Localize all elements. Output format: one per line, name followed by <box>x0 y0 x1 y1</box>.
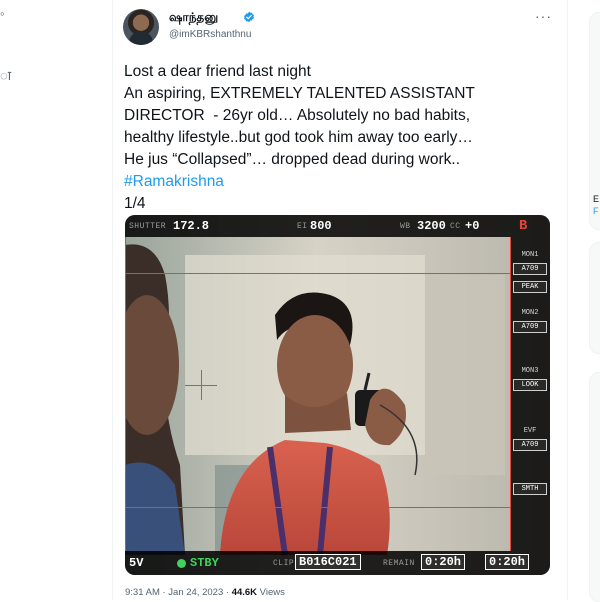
frame-guide-line <box>125 237 126 551</box>
shutter-label: SHUTTER <box>129 222 167 231</box>
wb-label: WB <box>400 222 411 231</box>
voltage-value: 5V <box>129 556 144 570</box>
smooth-mode: SMTH <box>513 483 547 495</box>
mon1-mode: PEAK <box>513 281 547 293</box>
left-fragment-1: ◦ <box>0 6 5 21</box>
clip-value: B016C021 <box>295 554 361 570</box>
right-card-link[interactable]: F <box>593 206 599 216</box>
hashtag-link[interactable]: #Ramakrishna <box>124 171 554 193</box>
tweet-line: healthy lifestyle..but god took him away… <box>124 129 473 146</box>
mon3-label: MON3 <box>521 367 539 375</box>
thread-counter: 1/4 <box>124 195 146 212</box>
crosshair-line <box>201 370 202 400</box>
wb-value: 3200 <box>417 219 446 233</box>
frame-guide-line <box>125 507 511 508</box>
tweet-media-image[interactable]: SHUTTER 172.8 EI 800 WB 3200 CC +0 B MON… <box>125 215 550 575</box>
right-card-text: E <box>593 194 600 204</box>
right-card-2[interactable] <box>589 242 600 354</box>
clip-label: CLIP <box>273 559 295 568</box>
right-card-3[interactable] <box>589 372 600 602</box>
tweet-timestamp[interactable]: 9:31 AM · Jan 24, 2023 · <box>125 587 232 598</box>
ei-label: EI <box>297 222 308 231</box>
views-label: Views <box>257 587 285 598</box>
views-count: 44.6K <box>231 587 258 598</box>
mon1-lut: A709 <box>513 263 547 275</box>
tweet-line: An aspiring, EXTREMELY TALENTED ASSISTAN… <box>124 85 475 102</box>
right-column: E F <box>567 0 600 602</box>
camera-side-panel: MON1 A709 PEAK MON2 A709 MON3 LOOK EVF A… <box>511 237 550 551</box>
standby-indicator-icon <box>177 559 186 568</box>
verified-badge-icon <box>244 11 254 23</box>
evf-label: EVF <box>523 427 537 435</box>
tweet-line: He jus “Collapsed”… dropped dead during … <box>124 151 461 168</box>
left-fragment-text: ा <box>0 68 12 83</box>
timecode-value: 0:20h <box>485 554 530 570</box>
ei-value: 800 <box>310 219 332 233</box>
mon2-lut: A709 <box>513 321 547 333</box>
author-handle[interactable]: @imKBRshanthnu <box>169 29 251 40</box>
tweet-metadata: 9:31 AM · Jan 24, 2023 · 44.6K Views <box>125 587 285 598</box>
author-display-name[interactable]: ஷாந்தனு <box>169 10 218 26</box>
camera-hud-bottom: 5V STBY CLIP B016C021 REMAIN 0:20h 0:20h <box>125 551 550 575</box>
more-options-icon[interactable]: ··· <box>535 8 552 24</box>
standby-status: STBY <box>190 556 219 570</box>
evf-lut: A709 <box>513 439 547 451</box>
cc-value: +0 <box>465 219 480 233</box>
remain-value: 0:20h <box>421 554 466 570</box>
tweet: ஷாந்தனு @imKBRshanthnu ··· Lost a dear f… <box>113 0 567 600</box>
remain-label: REMAIN <box>383 559 415 568</box>
photo-scene <box>125 215 550 575</box>
cc-label: CC <box>450 222 461 231</box>
mon1-label: MON1 <box>521 251 539 259</box>
left-column: ◦ ा <box>0 0 112 600</box>
mon2-label: MON2 <box>521 309 539 317</box>
shutter-value: 172.8 <box>173 219 210 233</box>
tweet-line: Lost a dear friend last night <box>124 63 311 80</box>
frame-guide-line <box>125 273 511 274</box>
mon3-mode: LOOK <box>513 379 547 391</box>
tweet-line: DIRECTOR - 26yr old… Absolutely no bad h… <box>124 107 471 124</box>
camera-letter: B <box>519 218 528 234</box>
tweet-text: Lost a dear friend last night An aspirin… <box>124 61 554 215</box>
avatar[interactable] <box>123 9 159 45</box>
camera-hud-top: SHUTTER 172.8 EI 800 WB 3200 CC +0 B <box>125 215 550 237</box>
